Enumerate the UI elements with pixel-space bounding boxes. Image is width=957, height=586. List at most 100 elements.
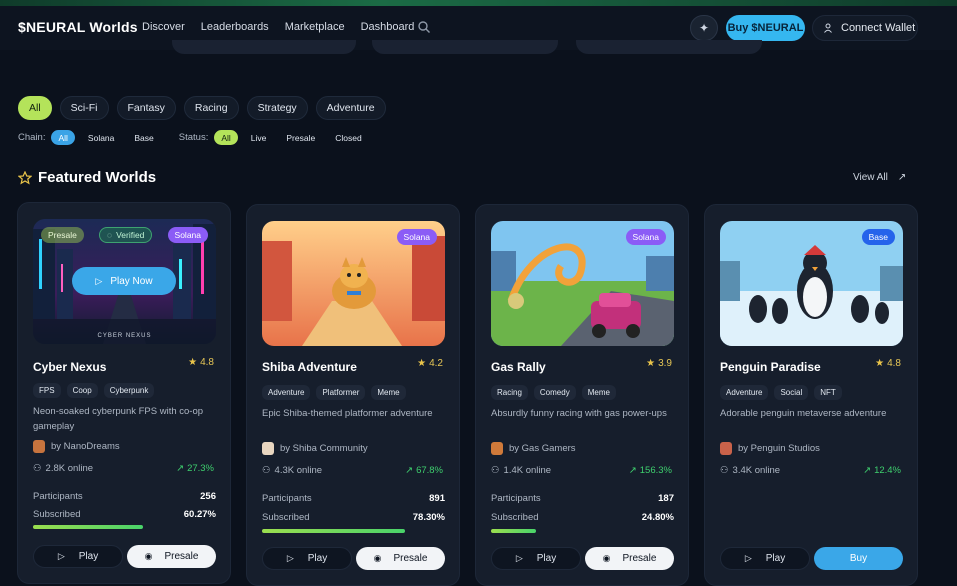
participants-row: Participants 256 xyxy=(33,491,216,502)
online-count: ⚇ 1.4K online xyxy=(491,465,551,476)
online-count: ⚇ 2.8K online xyxy=(33,463,93,474)
growth-stat: ↗ 12.4% xyxy=(863,465,901,476)
subscribed-row: Subscribed 24.80% xyxy=(491,512,674,523)
participants-value: 891 xyxy=(429,493,445,504)
tag: Racing xyxy=(491,385,528,400)
trending-up-icon: ↗ xyxy=(863,465,872,476)
play-label: Play xyxy=(536,553,557,564)
genre-tab-fantasy[interactable]: Fantasy xyxy=(116,96,176,120)
presale-button[interactable]: ◉ Presale xyxy=(127,545,216,568)
tag: Adventure xyxy=(720,385,769,400)
view-all-link[interactable]: View All ↗ xyxy=(853,172,906,183)
trending-up-icon: ↗ xyxy=(628,465,637,476)
subscription-progress-bar xyxy=(33,525,143,529)
genre-tab-scifi[interactable]: Sci-Fi xyxy=(59,96,109,120)
world-card[interactable]: Solana Shiba Adventure ★ 4.2 Adventure P… xyxy=(246,204,460,586)
creator[interactable]: by Shiba Community xyxy=(262,442,368,455)
world-card[interactable]: Presale ◌ Verified Solana ▷ Play Now CYB… xyxy=(17,202,231,584)
play-icon: ▷ xyxy=(744,553,752,563)
rating-value: 3.9 xyxy=(658,358,672,369)
subscribed-value: 78.30% xyxy=(412,512,445,523)
tag-list: Adventure Platformer Meme xyxy=(262,385,406,400)
chain-chip-base[interactable]: Base xyxy=(127,130,160,145)
play-button[interactable]: ▷ Play xyxy=(491,547,581,570)
genre-tab-all[interactable]: All xyxy=(18,96,52,120)
rating-value: 4.8 xyxy=(200,357,214,368)
subscription-progress-bar xyxy=(491,529,536,533)
section-header: Featured Worlds xyxy=(18,169,156,186)
chain-status-filters: Chain: All Solana Base Status: All Live … xyxy=(18,130,369,145)
play-label: Play xyxy=(78,551,99,562)
play-label: Play xyxy=(765,553,786,564)
sparkle-icon: ✦ xyxy=(698,21,710,35)
avatar xyxy=(262,442,274,455)
play-now-button[interactable]: ▷ Play Now xyxy=(72,267,176,295)
creator[interactable]: by Gas Gamers xyxy=(491,442,576,455)
eye-icon: ◉ xyxy=(144,551,153,561)
connect-wallet-label: Connect Wallet xyxy=(841,22,916,34)
growth-stat: ↗ 67.8% xyxy=(405,465,443,476)
carousel-card-edge xyxy=(576,40,762,54)
genre-tab-adventure[interactable]: Adventure xyxy=(315,96,386,120)
participants-row: Participants 187 xyxy=(491,493,674,504)
online-count: ⚇ 4.3K online xyxy=(262,465,322,476)
genre-tab-racing[interactable]: Racing xyxy=(183,96,239,120)
creator[interactable]: by Penguin Studios xyxy=(720,442,820,455)
play-button[interactable]: ▷ Play xyxy=(33,545,123,568)
creator[interactable]: by NanoDreams xyxy=(33,440,120,453)
play-icon: ▷ xyxy=(515,553,523,563)
world-thumbnail[interactable]: Base xyxy=(720,221,903,346)
growth-stat: ↗ 27.3% xyxy=(176,463,214,474)
subscription-progress-bar xyxy=(262,529,405,533)
chain-chip-all[interactable]: All xyxy=(51,130,75,145)
buy-neural-button[interactable]: Buy $NEURAL xyxy=(726,15,805,41)
world-title[interactable]: Gas Rally xyxy=(491,360,546,374)
play-button[interactable]: ▷ Play xyxy=(720,547,810,570)
status-chip-live[interactable]: Live xyxy=(244,130,274,145)
trending-up-icon: ↗ xyxy=(405,465,414,476)
world-thumbnail[interactable]: Presale ◌ Verified Solana ▷ Play Now CYB… xyxy=(33,219,216,344)
presale-label: Presale xyxy=(622,553,657,564)
connect-wallet-button[interactable]: Connect Wallet xyxy=(812,15,918,41)
chain-badge: Base xyxy=(861,229,895,245)
world-thumbnail[interactable]: Solana xyxy=(491,221,674,346)
play-label: Play xyxy=(307,553,328,564)
world-title[interactable]: Penguin Paradise xyxy=(720,360,821,374)
status-filter-label: Status: xyxy=(178,132,209,143)
world-title[interactable]: Shiba Adventure xyxy=(262,360,357,374)
world-thumbnail[interactable]: Solana xyxy=(262,221,445,346)
play-now-label: Play Now xyxy=(110,275,153,287)
tag-list: Adventure Social NFT xyxy=(720,385,842,400)
tag: Meme xyxy=(581,385,616,400)
nav-link-dashboard[interactable]: Dashboard xyxy=(361,21,415,33)
nav-link-leaderboards[interactable]: Leaderboards xyxy=(201,21,269,33)
status-chip-all[interactable]: All xyxy=(214,130,238,145)
world-description: Adorable penguin metaverse adventure xyxy=(720,408,887,419)
online-text: 3.4K online xyxy=(732,465,781,476)
presale-label: Presale xyxy=(393,553,428,564)
growth-stat: ↗ 156.3% xyxy=(629,465,672,476)
world-card[interactable]: Solana Gas Rally ★ 3.9 Racing Comedy Mem… xyxy=(475,204,689,586)
brand-logo[interactable]: $NEURAL Worlds xyxy=(18,19,138,35)
growth-value: 156.3% xyxy=(639,465,672,476)
nav-link-marketplace[interactable]: Marketplace xyxy=(285,21,345,33)
world-title[interactable]: Cyber Nexus xyxy=(33,360,106,374)
genre-tab-strategy[interactable]: Strategy xyxy=(246,96,308,120)
status-chip-closed[interactable]: Closed xyxy=(328,130,368,145)
world-description: Epic Shiba-themed platformer adventure xyxy=(262,408,433,419)
rating-value: 4.2 xyxy=(429,358,443,369)
nav-link-discover[interactable]: Discover xyxy=(142,21,185,33)
chain-chip-solana[interactable]: Solana xyxy=(81,130,121,145)
play-button[interactable]: ▷ Play xyxy=(262,547,352,570)
presale-button[interactable]: ◉ Presale xyxy=(356,547,445,570)
search-icon[interactable] xyxy=(417,20,431,34)
trending-up-icon: ↗ xyxy=(176,463,185,474)
creator-name: by NanoDreams xyxy=(51,441,120,452)
chain-badge: Solana xyxy=(625,229,666,245)
tag: Platformer xyxy=(316,385,366,400)
buy-button[interactable]: Buy xyxy=(814,547,903,570)
presale-button[interactable]: ◉ Presale xyxy=(585,547,674,570)
status-chip-presale[interactable]: Presale xyxy=(279,130,322,145)
world-card[interactable]: Base Penguin Paradise ★ 4.8 Adventure So… xyxy=(704,204,918,586)
sparkle-button[interactable]: ✦ xyxy=(690,15,718,41)
